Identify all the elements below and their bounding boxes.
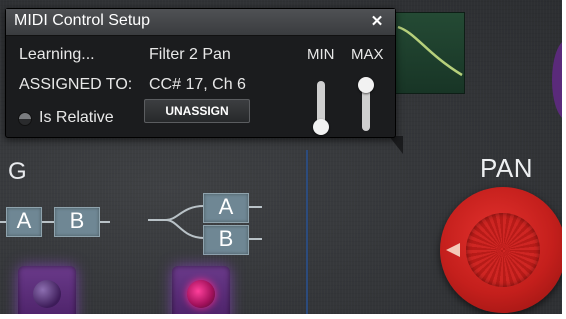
pad-led-icon: [33, 280, 61, 308]
pad-button-right[interactable]: [172, 266, 230, 314]
popup-tail: [389, 136, 403, 154]
relative-toggle-icon[interactable]: [18, 112, 32, 126]
envelope-curve-icon: [397, 25, 463, 77]
split-wire: [148, 205, 205, 239]
section-label: G: [8, 158, 27, 185]
parameter-name: Filter 2 Pan: [149, 46, 231, 63]
knob-pointer-icon: [446, 243, 460, 257]
routing-line: [306, 150, 308, 314]
learning-label: Learning...: [19, 46, 95, 63]
route-block-a-left[interactable]: A: [6, 207, 42, 237]
is-relative-label: Is Relative: [39, 109, 114, 126]
assigned-value: CC# 17, Ch 6: [149, 76, 246, 93]
route-block-b-right[interactable]: B: [203, 225, 249, 255]
max-slider-thumb[interactable]: [358, 77, 374, 93]
pad-button-left[interactable]: [18, 266, 76, 314]
min-slider-thumb[interactable]: [313, 119, 329, 135]
envelope-display: [395, 12, 465, 94]
pad-led-icon: [187, 280, 215, 308]
synth-panel: G A B A B PAN MIDI Control Setup ✕ Learn…: [0, 0, 562, 314]
unassign-button[interactable]: UNASSIGN: [144, 99, 250, 123]
pan-label: PAN: [480, 153, 534, 183]
assigned-to-label: ASSIGNED TO:: [19, 76, 133, 93]
min-label: MIN: [307, 46, 335, 63]
max-label: MAX: [351, 46, 384, 63]
knob-grip: [466, 213, 540, 287]
pan-knob[interactable]: [440, 187, 562, 313]
close-icon[interactable]: ✕: [368, 13, 386, 31]
route-block-a-right[interactable]: A: [203, 193, 249, 223]
midi-control-setup-dialog: MIDI Control Setup ✕ Learning... Filter …: [5, 8, 396, 138]
dialog-titlebar: MIDI Control Setup ✕: [6, 9, 395, 36]
dialog-title: MIDI Control Setup: [14, 12, 151, 29]
route-block-b-left[interactable]: B: [54, 207, 100, 237]
